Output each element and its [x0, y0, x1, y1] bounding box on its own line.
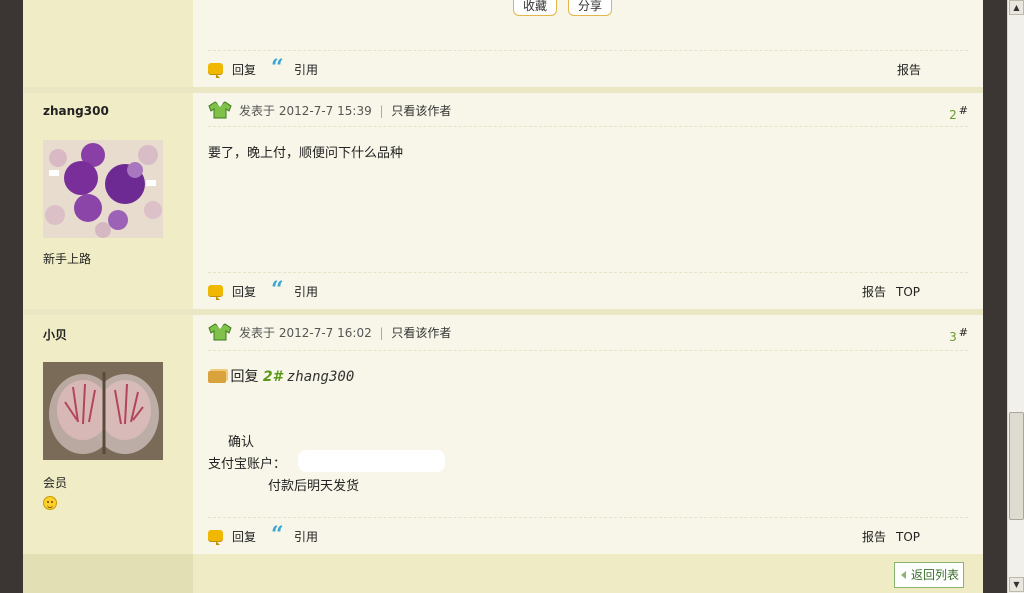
smiley-icon — [43, 496, 57, 510]
back-to-list-button[interactable]: 返回列表 — [894, 562, 964, 588]
divider — [208, 517, 968, 518]
scroll-down-arrow[interactable]: ▼ — [1009, 577, 1024, 592]
reply-link[interactable]: 回复 — [232, 283, 256, 301]
post-time: 2012-7-7 15:39 — [278, 104, 372, 118]
post-time: 2012-7-7 16:02 — [278, 326, 372, 340]
floor-hash: # — [958, 104, 968, 117]
floor-hash: # — [958, 326, 968, 339]
quote-link[interactable]: 引用 — [294, 528, 318, 546]
vertical-scrollbar[interactable]: ▲ ▼ — [1007, 0, 1024, 593]
floor-number-value: 2 — [949, 108, 957, 122]
reply-link[interactable]: 回复 — [232, 528, 256, 546]
separator: | — [379, 326, 384, 340]
post-actions: 回复 “ 引用 报告 — [208, 55, 968, 81]
posted-label: 发表于 — [239, 104, 276, 118]
separator: | — [379, 104, 384, 118]
only-author-link[interactable]: 只看该作者 — [391, 326, 451, 340]
quote-icon: “ — [271, 55, 284, 81]
reply-link[interactable]: 回复 — [232, 61, 256, 79]
top-link[interactable]: TOP — [896, 283, 920, 301]
divider — [208, 126, 968, 127]
content-line: 确认 — [228, 435, 255, 450]
scroll-thumb[interactable] — [1009, 412, 1024, 520]
avatar[interactable] — [43, 362, 163, 460]
online-shirt-icon — [208, 101, 232, 119]
post-actions: 回复 “ 引用 报告 TOP — [208, 522, 968, 548]
post-content: 要了，晚上付，顺便问下什么品种 — [208, 146, 404, 161]
report-link[interactable]: 报告 — [862, 283, 886, 301]
reply-reference: 回复 2# zhang300 — [208, 366, 354, 386]
share-button[interactable]: 分享 — [568, 0, 613, 16]
divider — [208, 350, 968, 351]
quote-icon: “ — [271, 277, 284, 303]
username[interactable]: zhang300 — [43, 104, 109, 118]
forum-thread: 收藏 分享 回复 “ 引用 报告 zhang300 新手上路 发表于 2012-… — [23, 0, 983, 593]
report-link[interactable]: 报告 — [862, 528, 886, 546]
reply-ref-label: 回复 — [230, 369, 259, 385]
floor-number-value: 3 — [949, 330, 957, 344]
user-rank: 会员 — [43, 476, 68, 490]
user-rank: 新手上路 — [43, 252, 92, 266]
top-link[interactable]: TOP — [896, 528, 920, 546]
online-shirt-icon — [208, 323, 232, 341]
quote-link[interactable]: 引用 — [294, 61, 318, 79]
avatar-image — [43, 140, 163, 238]
quote-icon: “ — [271, 522, 284, 548]
avatar[interactable] — [43, 140, 163, 238]
post-separator — [23, 309, 983, 315]
reply-icon — [208, 63, 223, 78]
reply-ref-user[interactable]: zhang300 — [287, 369, 354, 385]
post-separator — [23, 87, 983, 93]
reply-ref-floor[interactable]: 2# — [263, 369, 282, 385]
only-author-link[interactable]: 只看该作者 — [391, 104, 451, 118]
footer-side — [23, 554, 193, 593]
reply-icon — [208, 285, 223, 300]
reply-icon — [208, 530, 223, 545]
floor-number[interactable]: 3 # — [949, 326, 968, 344]
username[interactable]: 小贝 — [43, 326, 67, 343]
content-line: 支付宝账户： — [208, 457, 287, 472]
post-actions: 回复 “ 引用 报告 TOP — [208, 277, 968, 303]
favorite-button[interactable]: 收藏 — [513, 0, 558, 16]
report-link[interactable]: 报告 — [897, 61, 921, 79]
content-line: 付款后明天发货 — [268, 479, 360, 494]
quote-link[interactable]: 引用 — [294, 283, 318, 301]
floor-number[interactable]: 2 # — [949, 104, 968, 122]
divider — [208, 272, 968, 273]
avatar-image — [43, 362, 163, 460]
divider — [208, 50, 968, 51]
posted-label: 发表于 — [239, 326, 276, 340]
redacted-block — [298, 450, 445, 472]
reply-ref-icon — [208, 371, 226, 383]
scroll-up-arrow[interactable]: ▲ — [1009, 0, 1024, 15]
